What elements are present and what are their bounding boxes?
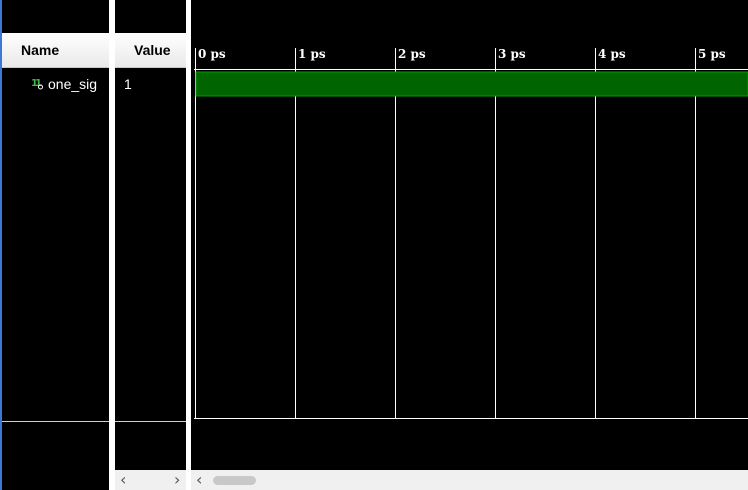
tick-label-2: 2 ps	[398, 47, 426, 61]
tick-label-3: 3 ps	[498, 47, 526, 61]
signal-row[interactable]: 1 1 one_sig 1	[2, 74, 186, 96]
waveform-canvas[interactable]	[191, 0, 748, 470]
waveform-bar-one_sig	[195, 71, 748, 97]
signal-value: 1	[124, 76, 132, 92]
value-header-label: Value	[134, 42, 171, 58]
name-header-label: Name	[21, 42, 60, 58]
tick-label-5: 5 ps	[698, 47, 726, 61]
value-column-header[interactable]: Value	[115, 33, 186, 68]
value-column	[115, 0, 186, 470]
chevron-right-icon[interactable]: ›	[174, 472, 180, 488]
name-column-header[interactable]: Name	[2, 33, 109, 68]
wave-scroll-left-icon[interactable]: ‹	[196, 472, 202, 488]
wave-scrollbar[interactable]: ‹	[191, 470, 748, 490]
value-list-divider	[115, 421, 186, 422]
tick-label-1: 1 ps	[298, 47, 326, 61]
chevron-left-icon[interactable]: ‹	[120, 472, 126, 488]
tick-label-0: 0 ps	[198, 47, 226, 61]
tick-label-4: 4 ps	[598, 47, 626, 61]
single-bit-signal-icon: 1 1	[31, 75, 45, 91]
name-list-divider	[2, 421, 109, 422]
wave-scroll-thumb[interactable]	[213, 476, 256, 485]
value-scrollbar[interactable]: ‹ ›	[115, 470, 186, 490]
signal-name: one_sig	[48, 76, 98, 92]
